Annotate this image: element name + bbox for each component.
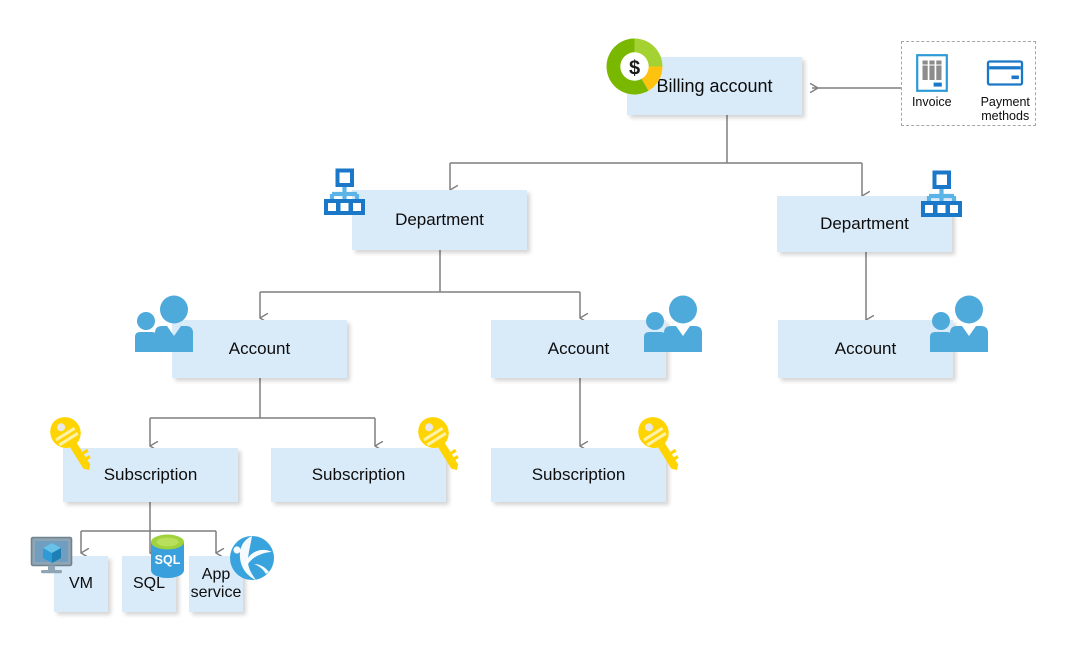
diagram-canvas: Billing account $ Invoice Payment method…: [0, 0, 1080, 649]
node-resource-app-service-label: App service: [187, 566, 246, 602]
node-account-right[interactable]: Account: [778, 320, 953, 378]
node-subscription-3[interactable]: Subscription: [491, 448, 666, 502]
node-department-right[interactable]: Department: [777, 196, 952, 252]
panel-item-payment-methods-label: Payment methods: [981, 95, 1030, 124]
node-subscription-2-label: Subscription: [311, 465, 406, 485]
node-account-left[interactable]: Account: [172, 320, 347, 378]
node-resource-sql-label: SQL: [132, 575, 165, 593]
node-subscription-3-label: Subscription: [531, 465, 626, 485]
billing-artifacts-panel: Invoice Payment methods: [901, 41, 1036, 126]
node-resource-sql[interactable]: SQL: [122, 556, 176, 612]
node-billing-account[interactable]: Billing account: [627, 57, 802, 115]
node-resource-app-service[interactable]: App service: [189, 556, 243, 612]
panel-item-payment-methods[interactable]: Payment methods: [976, 54, 1036, 124]
credit-card-icon: [985, 54, 1025, 92]
node-resource-vm-label: VM: [69, 575, 93, 593]
node-subscription-1[interactable]: Subscription: [63, 448, 238, 502]
payment-label-line2: methods: [981, 109, 1030, 124]
payment-label-line1: Payment: [980, 95, 1030, 109]
node-account-middle[interactable]: Account: [491, 320, 666, 378]
app-service-label-line1: App: [201, 566, 231, 584]
node-billing-account-label: Billing account: [656, 75, 773, 96]
panel-item-invoice[interactable]: Invoice: [902, 54, 962, 109]
node-department-left-label: Department: [395, 210, 484, 230]
node-account-middle-label: Account: [547, 339, 610, 359]
node-subscription-1-label: Subscription: [103, 465, 198, 485]
node-account-right-label: Account: [834, 339, 897, 359]
node-account-left-label: Account: [228, 339, 291, 359]
node-department-right-label: Department: [820, 214, 909, 234]
panel-item-invoice-label: Invoice: [911, 95, 952, 109]
node-subscription-2[interactable]: Subscription: [271, 448, 446, 502]
app-service-label-line2: service: [190, 584, 242, 601]
node-resource-vm[interactable]: VM: [54, 556, 108, 612]
invoice-icon: [915, 54, 948, 92]
node-department-left[interactable]: Department: [352, 190, 527, 250]
